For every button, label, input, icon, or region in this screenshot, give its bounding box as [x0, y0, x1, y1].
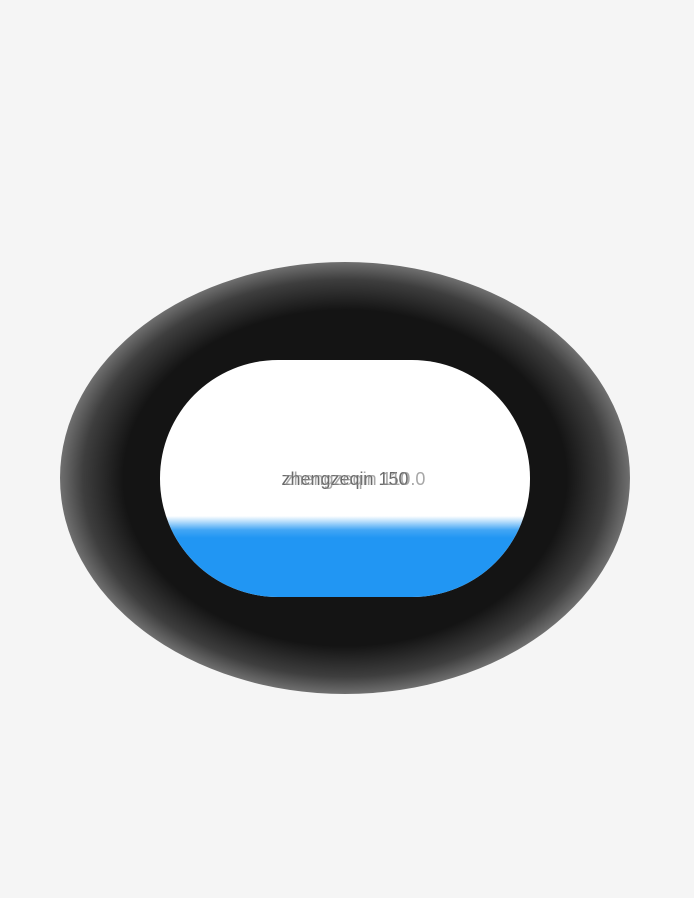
counter-label-transition: zhengzeqin 110.0 — [284, 469, 426, 489]
progress-pill[interactable]: zhengzeqin 150 zhengzeqin 110.0 — [160, 360, 530, 597]
progress-fill — [160, 516, 530, 597]
stage: zhengzeqin 150 zhengzeqin 110.0 — [0, 0, 694, 898]
